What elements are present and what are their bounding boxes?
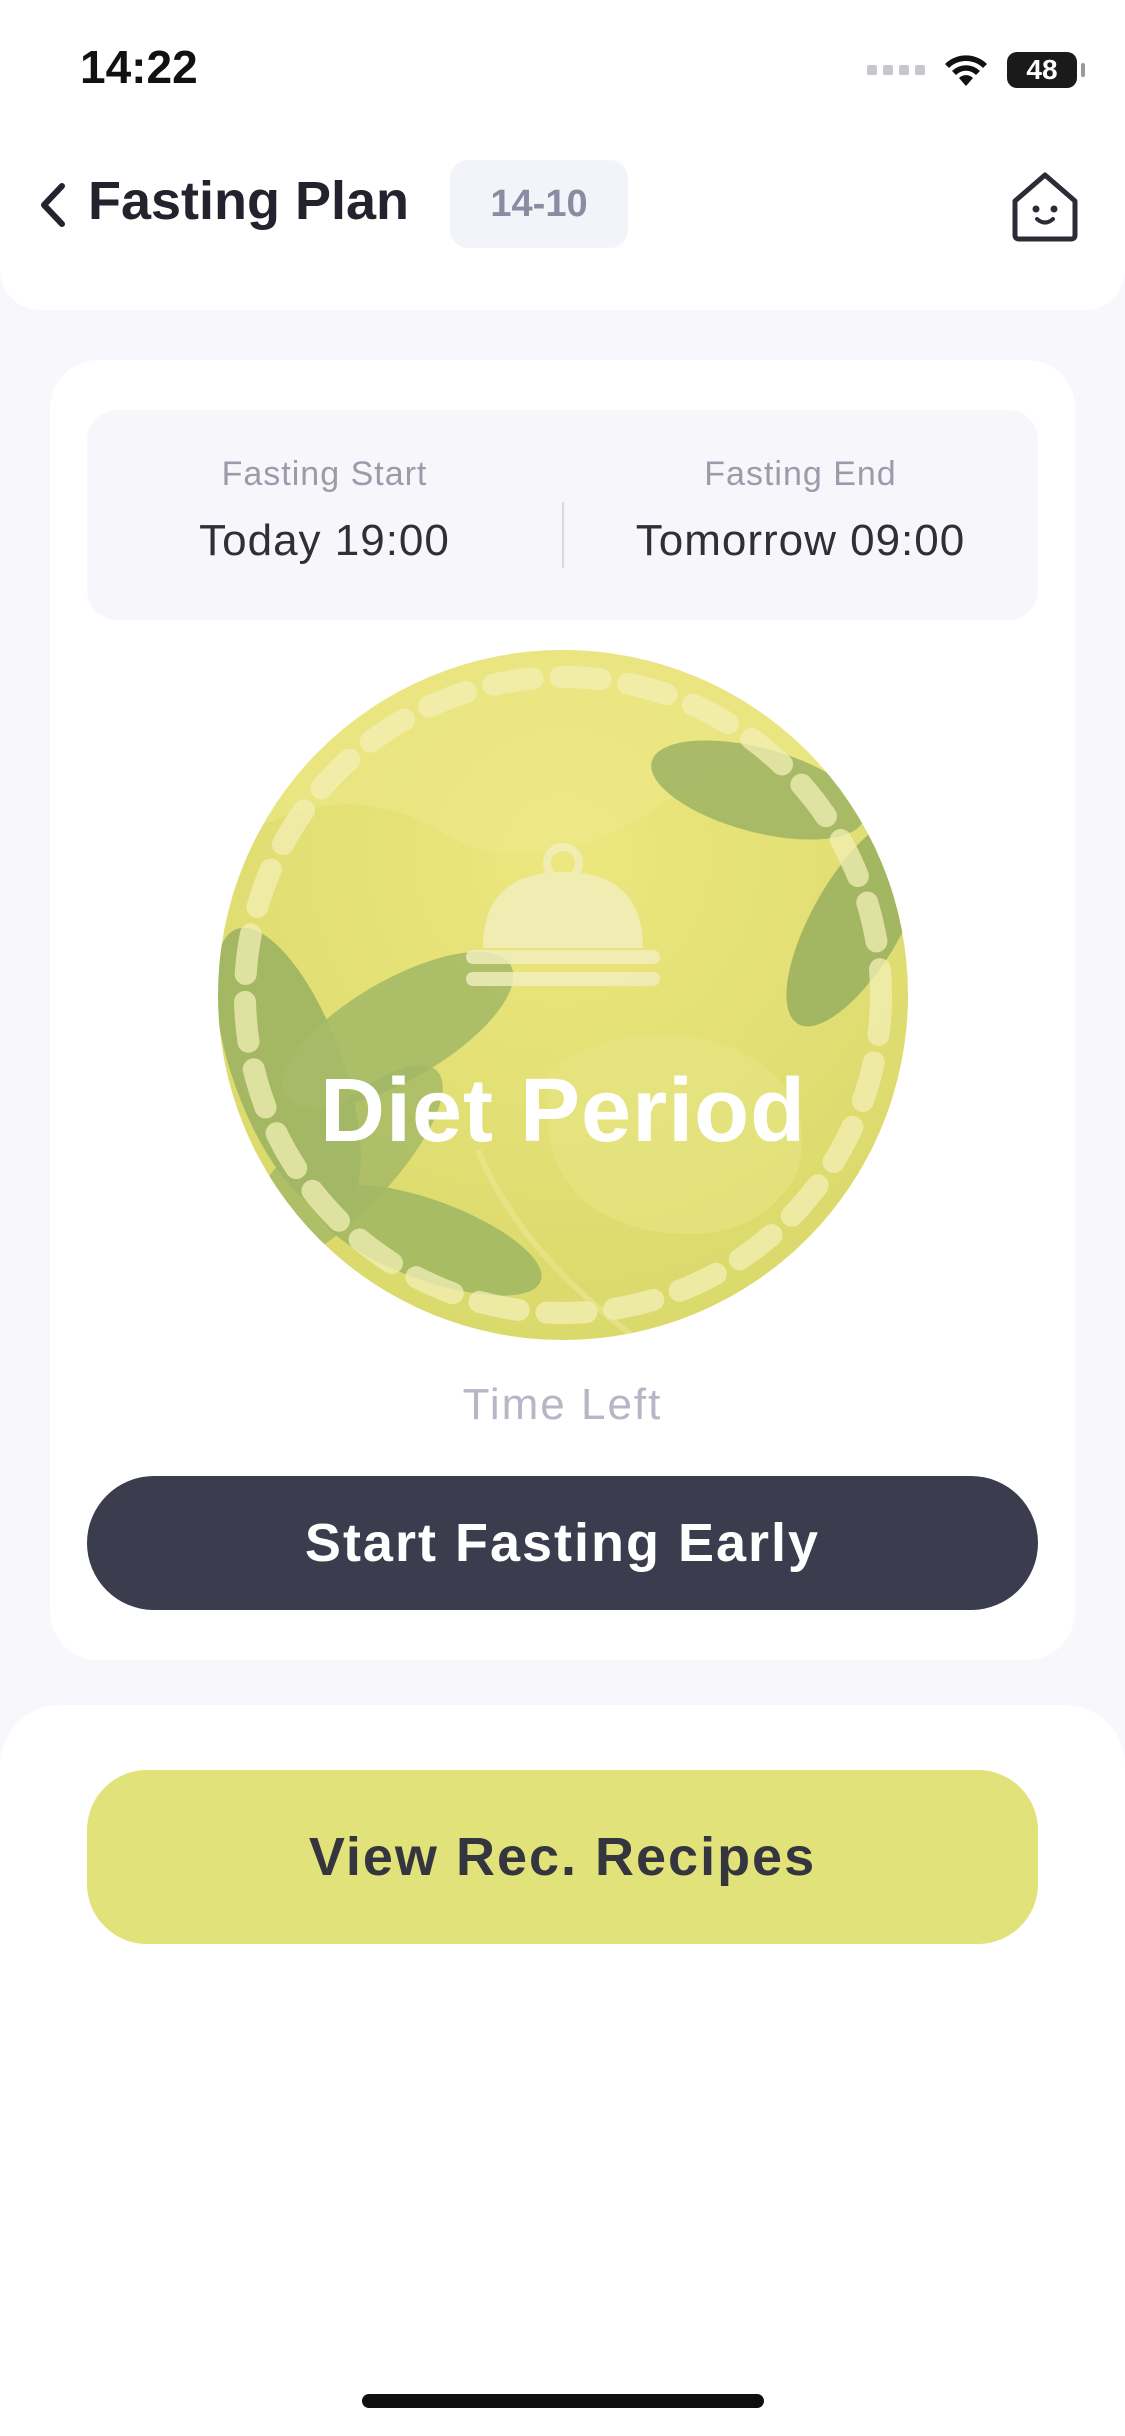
fasting-schedule: Fasting Start Today 19:00 Fasting End To… xyxy=(87,410,1038,620)
back-button[interactable] xyxy=(28,170,78,240)
status-time: 14:22 xyxy=(80,41,198,93)
fasting-card: Fasting Start Today 19:00 Fasting End To… xyxy=(50,360,1075,1660)
home-indicator[interactable] xyxy=(362,2394,764,2408)
view-recipes-button[interactable]: View Rec. Recipes xyxy=(87,1770,1038,1944)
time-left-label: Time Left xyxy=(462,1380,663,1429)
start-fasting-early-button[interactable]: Start Fasting Early xyxy=(87,1476,1038,1610)
fasting-end-label: Fasting End xyxy=(704,455,897,493)
cellular-signal-icon xyxy=(867,65,925,75)
plan-badge[interactable]: 14-10 xyxy=(450,160,628,248)
fasting-start-label: Fasting Start xyxy=(221,455,428,493)
fasting-start-value: Today 19:00 xyxy=(199,516,450,565)
period-circle: Diet Period xyxy=(218,650,908,1340)
chevron-left-icon xyxy=(41,183,65,227)
status-icons: 48 xyxy=(867,48,1085,92)
period-circle-illustration xyxy=(218,650,908,1340)
top-header-area: 14:22 48 Fasting Plan 14-10 xyxy=(0,0,1125,310)
bottom-sheet: View Rec. Recipes xyxy=(0,1705,1125,2436)
period-label: Diet Period xyxy=(319,1061,807,1161)
page-title: Fasting Plan xyxy=(88,171,410,231)
home-icon xyxy=(1012,172,1078,242)
fasting-end: Fasting End Tomorrow 09:00 xyxy=(563,455,1038,566)
fasting-end-value: Tomorrow 09:00 xyxy=(635,516,966,565)
fasting-plan-screen: 14:22 48 Fasting Plan 14-10 Fasting Star… xyxy=(0,0,1125,2436)
home-button[interactable] xyxy=(1005,165,1085,245)
fasting-start: Fasting Start Today 19:00 xyxy=(87,455,562,566)
battery-icon: 48 xyxy=(1007,52,1085,88)
wifi-icon xyxy=(945,55,987,86)
